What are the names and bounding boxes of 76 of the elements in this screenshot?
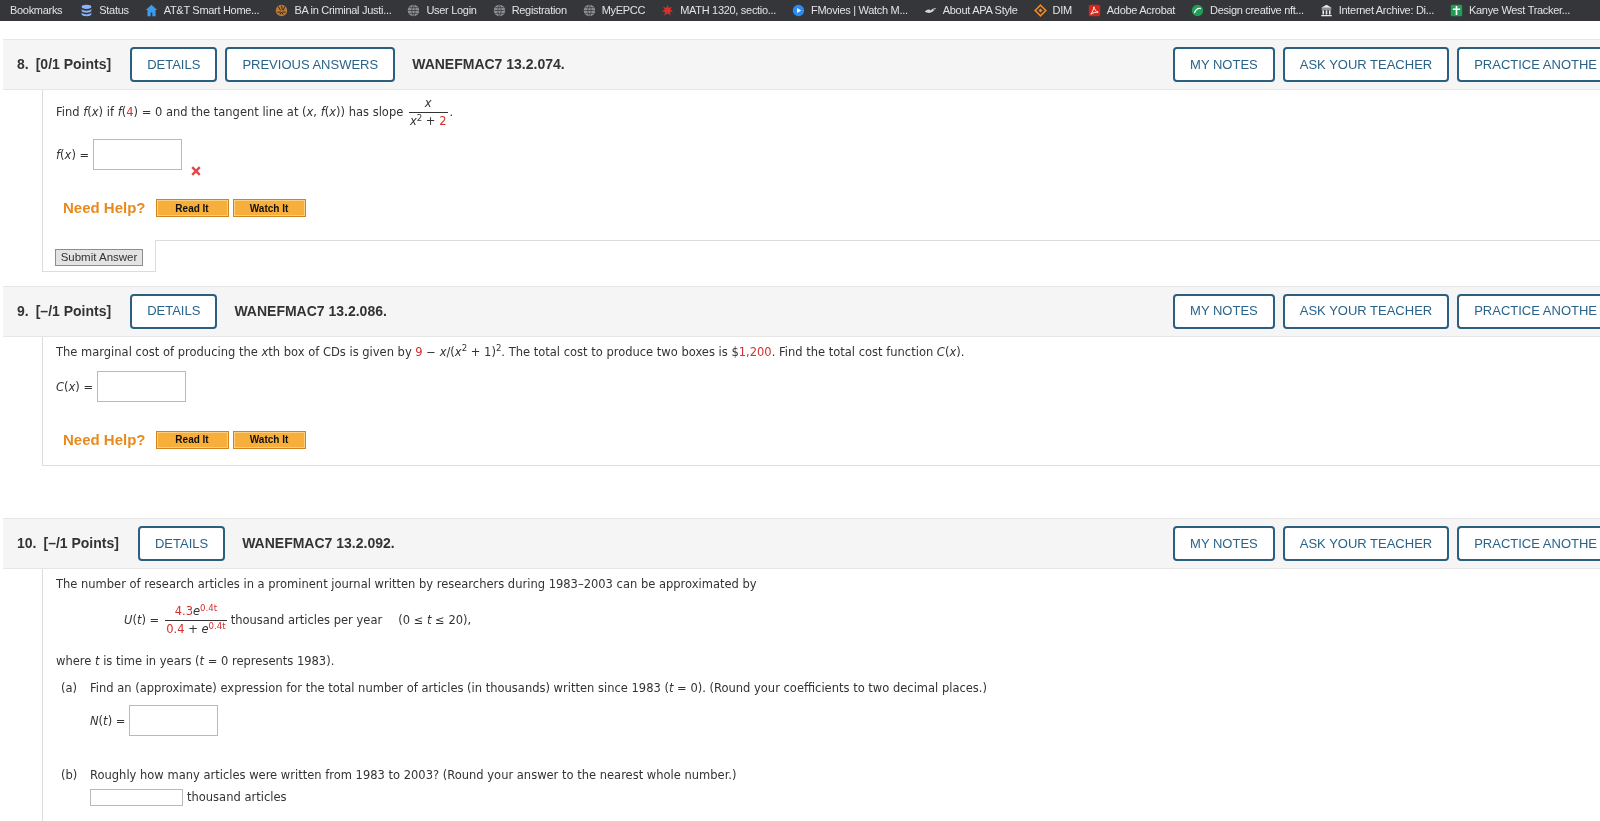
bookmark-link[interactable]: Status <box>74 1 135 20</box>
question-number: 9. <box>17 301 29 321</box>
question-code: WANEFMAC7 13.2.074. <box>412 55 565 74</box>
database-icon <box>80 4 94 17</box>
question-number: 8. <box>17 55 29 74</box>
submit-button[interactable]: Submit Answer <box>55 248 143 266</box>
part-label: (a) <box>60 680 79 697</box>
bookmark-link[interactable]: MyEPCC <box>576 1 652 20</box>
bookmark-link[interactable]: BA in Criminal Justi... <box>269 1 398 20</box>
burst-icon <box>661 4 675 17</box>
bookmark-link[interactable]: User Login <box>401 1 483 20</box>
formula: U(t) = 4.3e$^{0.4t}$ 0.4 + e$^{0.4t}$ <box>124 605 228 636</box>
question-action-button[interactable]: MY NOTES <box>1173 47 1275 82</box>
question-tab-button[interactable]: DETAILS <box>137 526 226 561</box>
diamond-icon <box>1033 4 1047 17</box>
question-text: Find f(x) if f(4) = 0 and the tangent line at (x, f(x)) has slope x x$^{2}$ + 2 . <box>56 97 454 128</box>
question-tab-button[interactable]: DETAILS <box>130 293 218 329</box>
answer-label: N(t) = <box>90 713 126 729</box>
question-action-button[interactable]: ASK YOUR TEACHER <box>1282 47 1450 82</box>
globe-icon <box>582 4 596 17</box>
need-help-label: Need Help? <box>63 198 146 218</box>
help-button[interactable]: Watch It <box>232 430 306 449</box>
bookmark-link[interactable]: Internet Archive: Di... <box>1313 1 1440 20</box>
need-help-label: Need Help? <box>63 429 146 450</box>
question-tab-button[interactable]: PREVIOUS ANSWERS <box>225 47 396 82</box>
points-label: [–/1 Points] <box>35 301 112 321</box>
domain-text: (0 ≤ t ≤ 20), <box>398 611 472 629</box>
circle-icon <box>1191 4 1205 17</box>
unit-text: thousand articles per year <box>230 611 383 629</box>
help-button[interactable]: Watch It <box>232 199 306 218</box>
question-text: The marginal cost of producing the xth box of CDs is given by 9 − x/(x$^{2}$ + 1)$^{2}$. The total cost to produce two boxes is $1,200. Find the total cost function C(x). <box>56 343 965 360</box>
question-tab-button[interactable]: DETAILS <box>130 47 218 82</box>
question-text: Find an (approximate) expression for the total number of articles (in thousands) written since 1983 (t = 0). (Round your coefficients to two decimal places.) <box>90 680 987 696</box>
part-label: (b) <box>60 767 79 784</box>
question-action-button[interactable]: MY NOTES <box>1173 526 1275 561</box>
question-text: Roughly how many articles were written from 1983 to 2003? (Round your answer to the nearest whole number.) <box>90 767 737 783</box>
question-action-button[interactable]: PRACTICE ANOTHE <box>1457 293 1600 329</box>
house-icon <box>144 4 158 17</box>
play-icon <box>792 4 806 17</box>
bookmark-link[interactable]: About APA Style <box>917 1 1024 20</box>
question-action-button[interactable]: ASK YOUR TEACHER <box>1282 526 1450 561</box>
help-button[interactable]: Read It <box>155 199 229 218</box>
question-text: The number of research articles in a prominent journal written by researchers during 1983–2003 can be approximated by <box>56 576 757 592</box>
points-label: [0/1 Points] <box>35 55 112 74</box>
bookmark-link[interactable]: AT&T Smart Home... <box>138 1 266 20</box>
question-action-button[interactable]: MY NOTES <box>1173 293 1275 329</box>
bookmark-link[interactable]: Kanye West Tracker... <box>1443 1 1577 20</box>
question-action-button[interactable]: ASK YOUR TEACHER <box>1282 293 1450 329</box>
question-action-button[interactable]: PRACTICE ANOTHE <box>1457 47 1600 82</box>
question-code: WANEFMAC7 13.2.092. <box>242 534 395 553</box>
striped-circle-icon <box>275 4 289 17</box>
bookmark-link[interactable]: FMovies | Watch M... <box>786 1 914 20</box>
question-text: where t is time in years (t = 0 represents 1983). <box>56 653 335 669</box>
globe-icon <box>492 4 506 17</box>
bookmark-link[interactable]: Adobe Acrobat <box>1081 1 1182 20</box>
bookmark-link[interactable]: MATH 1320, sectio... <box>655 1 783 20</box>
help-button[interactable]: Read It <box>155 430 229 449</box>
answer-field[interactable] <box>90 789 183 806</box>
bookmark-link[interactable]: DIM <box>1027 1 1078 20</box>
swirl-tile-icon <box>1087 4 1101 17</box>
answer-field[interactable] <box>129 705 219 736</box>
answer-label: C(x) = <box>56 378 94 395</box>
unit-text: thousand articles <box>187 789 287 805</box>
points-label: [–/1 Points] <box>43 534 119 553</box>
question-number: 10. <box>17 534 37 553</box>
answer-field[interactable] <box>93 139 183 170</box>
bookmark-link[interactable]: Registration <box>486 1 573 20</box>
building-icon <box>1319 4 1333 17</box>
question-code: WANEFMAC7 13.2.086. <box>234 301 387 321</box>
bookmarks-button[interactable]: Bookmarks <box>4 1 69 20</box>
bookmark-link[interactable]: Design creative nft... <box>1185 1 1310 20</box>
question-action-button[interactable]: PRACTICE ANOTHE <box>1457 526 1600 561</box>
globe-icon <box>407 4 421 17</box>
cross-tile-icon <box>1449 4 1463 17</box>
answer-field[interactable] <box>97 370 187 402</box>
answer-label: f(x) = <box>56 147 90 163</box>
